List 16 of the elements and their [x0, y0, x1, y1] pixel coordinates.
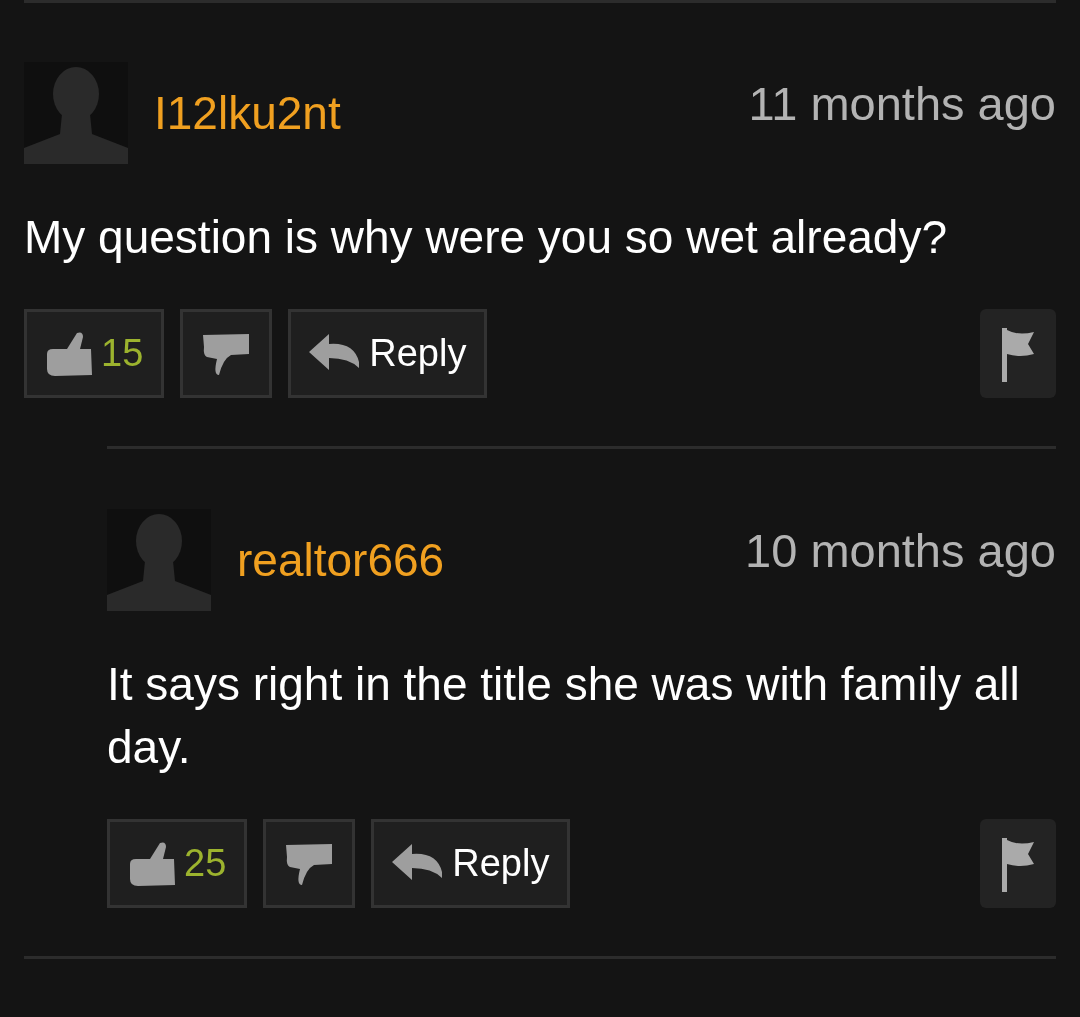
username-link[interactable]: realtor666 [237, 535, 445, 586]
reply-button[interactable]: Reply [288, 309, 488, 398]
comment-text: My question is why were you so wet already? [24, 210, 948, 265]
like-count: 15 [101, 331, 144, 376]
report-button[interactable] [980, 819, 1056, 908]
username-link[interactable]: I12lku2nt [154, 88, 341, 139]
dislike-button[interactable] [263, 819, 356, 908]
comment-text: It says right in the title she was with family all day. [107, 657, 1021, 775]
report-button[interactable] [980, 309, 1056, 398]
like-button[interactable]: 15 [24, 309, 165, 398]
dislike-button[interactable] [180, 309, 273, 398]
timestamp: 10 months ago [745, 525, 1056, 577]
reply-button[interactable]: Reply [371, 819, 571, 908]
like-button[interactable]: 25 [107, 819, 248, 908]
timestamp: 11 months ago [748, 78, 1056, 130]
like-count: 25 [184, 841, 227, 886]
